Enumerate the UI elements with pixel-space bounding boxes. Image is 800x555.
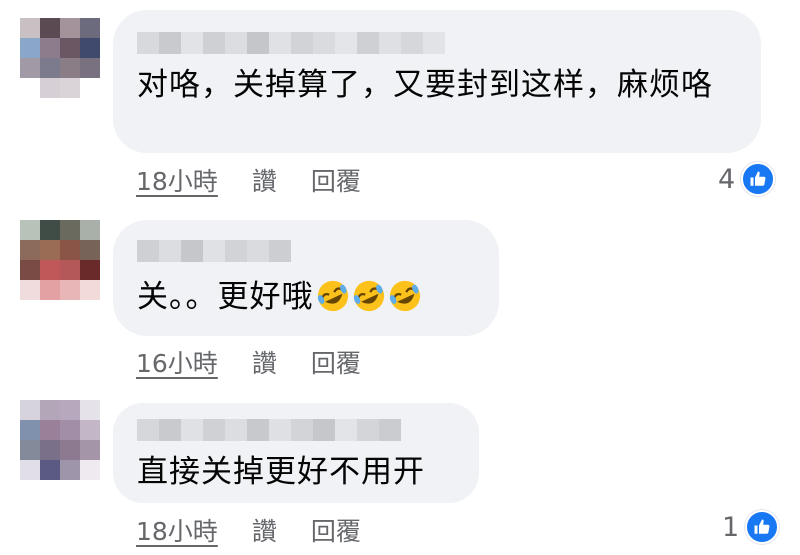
rolling-on-floor-laughing-icon	[316, 279, 350, 313]
reaction-count: 4	[718, 163, 736, 195]
comment-text-content: 关。。更好哦	[137, 279, 314, 315]
thumbs-up-icon	[745, 510, 780, 544]
comment-bubble: 对咯，关掉算了，又要封到这样，麻烦咯	[113, 10, 761, 153]
reaction-summary[interactable]: 1	[722, 510, 780, 544]
avatar[interactable]	[20, 220, 100, 300]
author-name-redacted[interactable]	[137, 419, 401, 441]
comment-timestamp[interactable]: 18小時	[136, 162, 218, 198]
reaction-summary[interactable]: 4	[718, 162, 776, 196]
like-button[interactable]: 讚	[252, 512, 277, 548]
like-button[interactable]: 讚	[252, 162, 277, 198]
reply-button[interactable]: 回覆	[311, 344, 361, 380]
like-button[interactable]: 讚	[252, 344, 277, 380]
comment-actions: 16小時 讚 回覆	[136, 344, 361, 380]
avatar[interactable]	[20, 400, 100, 480]
comment-timestamp[interactable]: 18小時	[136, 512, 218, 548]
rolling-on-floor-laughing-icon	[352, 279, 386, 313]
comment-text: 关。。更好哦	[137, 276, 422, 318]
comment-bubble: 关。。更好哦	[113, 220, 499, 336]
reply-button[interactable]: 回覆	[311, 162, 361, 198]
comment-timestamp[interactable]: 16小時	[136, 344, 218, 380]
comment-actions: 18小時 讚 回覆	[136, 162, 361, 198]
comment-text: 直接关掉更好不用开	[137, 454, 425, 490]
author-name-redacted[interactable]	[137, 32, 445, 54]
comment-bubble: 直接关掉更好不用开	[113, 403, 479, 503]
rolling-on-floor-laughing-icon	[388, 279, 422, 313]
reaction-count: 1	[722, 511, 740, 543]
comment-actions: 18小時 讚 回覆	[136, 512, 361, 548]
comment-text: 对咯，关掉算了，又要封到这样，麻烦咯	[137, 67, 713, 103]
reply-button[interactable]: 回覆	[311, 512, 361, 548]
thumbs-up-icon	[741, 162, 776, 196]
avatar[interactable]	[20, 18, 100, 98]
author-name-redacted[interactable]	[137, 240, 291, 262]
